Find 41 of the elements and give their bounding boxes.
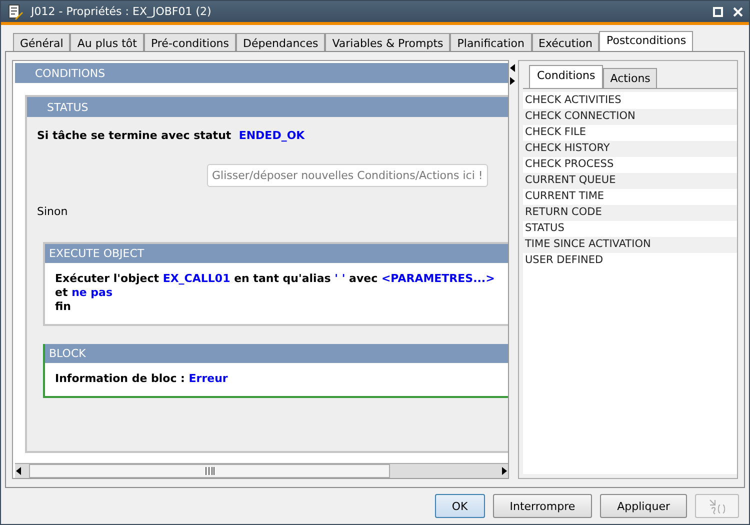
list-item[interactable]: CHECK ACTIVITIES (523, 93, 737, 109)
card-header: BLOCK (45, 344, 508, 363)
drop-zone[interactable]: Glisser/déposer nouvelles Conditions/Actions ici ! (207, 164, 488, 187)
horizontal-scrollbar[interactable] (15, 463, 508, 478)
list-item[interactable]: CHECK PROCESS (523, 157, 737, 173)
list-item[interactable]: CHECK HISTORY (523, 141, 737, 157)
list-item[interactable]: TIME SINCE ACTIVATION (523, 237, 737, 253)
tab[interactable]: Général (13, 33, 70, 51)
dialog-button[interactable]: Interrompre (492, 494, 592, 518)
dialog-button[interactable]: Appliquer (600, 494, 687, 518)
list-item[interactable]: CHECK CONNECTION (523, 109, 737, 125)
list-item[interactable]: CHECK FILE (523, 125, 737, 141)
list-item[interactable]: RETURN CODE (523, 205, 737, 221)
list-item[interactable]: STATUS (523, 221, 737, 237)
scroll-right-icon[interactable] (500, 467, 508, 475)
tab[interactable]: Pré-conditions (144, 33, 236, 51)
list-item[interactable]: USER DEFINED (523, 253, 737, 269)
tab[interactable]: Actions (603, 68, 658, 88)
tab[interactable]: Dépendances (236, 33, 326, 51)
tab[interactable]: Planification (450, 33, 532, 51)
dialog-button[interactable]: OK (434, 494, 485, 518)
tab[interactable]: Au plus tôt (70, 33, 144, 51)
document-pen-icon (7, 4, 23, 20)
tab[interactable]: Exécution (532, 33, 600, 51)
card-header: STATUS (27, 97, 508, 117)
scroll-left-icon[interactable] (15, 467, 23, 475)
list-item[interactable]: CURRENT QUEUE (523, 173, 737, 189)
maximize-icon[interactable] (713, 6, 723, 16)
close-icon[interactable] (733, 6, 743, 16)
grip-icon (204, 467, 214, 475)
section-header: CONDITIONS (15, 63, 508, 83)
status-condition: Si tâche se termine avec statut ENDED_OK (36, 128, 306, 142)
tab[interactable]: Variables & Prompts (325, 33, 450, 51)
tab[interactable]: Conditions (529, 65, 604, 88)
block-information: Information de bloc : Erreur (54, 371, 229, 387)
scroll-thumb[interactable] (29, 464, 390, 478)
window-title: J012 - Propriétés : EX_JOBF01 (2) (31, 5, 212, 18)
card-header: EXECUTE OBJECT (45, 244, 508, 263)
execute-description: Exécuter l'object EX_CALL01 en tant qu'alias ' ' avec <PARAMETRES...> et ne pas fin (54, 271, 496, 315)
else-label: Sinon (36, 204, 69, 218)
list-item[interactable]: CURRENT TIME (523, 189, 737, 205)
